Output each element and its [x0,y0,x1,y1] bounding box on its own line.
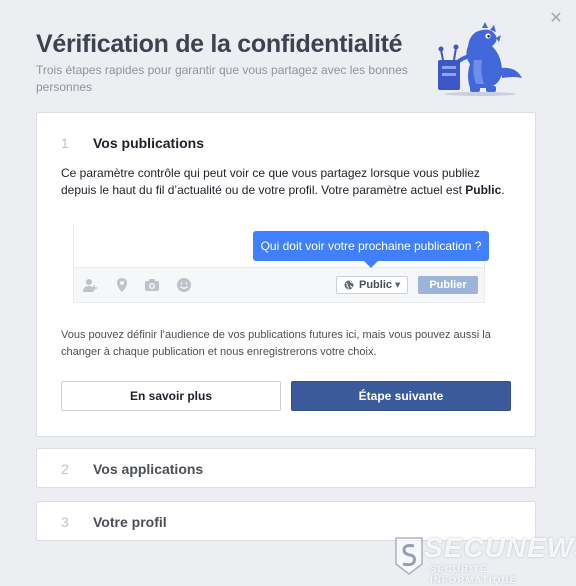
globe-icon [344,280,354,290]
composer-toolbar: Public ▼ Publier [74,267,484,302]
step-number: 2 [61,461,69,477]
tag-person-icon [83,279,97,292]
smiley-icon [177,278,191,292]
step-note: Vous pouvez définir l’audience de vos pu… [61,329,491,358]
secunews-watermark: SECUNEWS SÉCURITÉ INFORMATIQUE [392,532,576,586]
close-icon: ✕ [549,8,563,27]
watermark-subtitle: SÉCURITÉ INFORMATIQUE [430,564,518,586]
step-card-publications: 1 Vos publications Ce paramètre contrôle… [36,112,536,437]
audience-tooltip: Qui doit voir votre prochaine publicatio… [253,231,489,261]
dinosaur-mascot-illustration [438,22,522,96]
publish-button[interactable]: Publier [418,276,478,294]
step-number: 1 [61,135,69,151]
step-number: 3 [61,514,69,530]
step-title: Vos applications [93,461,204,477]
audience-label: Public [359,279,393,291]
chevron-down-icon: ▼ [395,281,401,289]
step-title: Vos publications [93,135,204,151]
step-card-applications[interactable]: 2 Vos applications [36,448,536,488]
dialog-subtitle: Trois étapes rapides pour garantir que v… [36,63,408,94]
close-button[interactable]: ✕ [548,10,564,26]
secunews-logo-icon [395,537,423,575]
step-description: Ce paramètre contrôle qui peut voir ce q… [61,166,505,197]
current-setting-value: Public [465,183,502,197]
watermark-title: SECUNEWS [424,532,576,563]
tooltip-arrow [364,261,378,268]
audience-selector-button[interactable]: Public ▼ [336,276,408,294]
step-title: Votre profil [93,514,167,530]
location-pin-icon [117,278,127,292]
dialog-title: Vérification de la confidentialité [36,30,403,58]
next-step-button[interactable]: Étape suivante [291,381,511,411]
camera-icon [145,279,159,291]
learn-more-button[interactable]: En savoir plus [61,381,281,411]
